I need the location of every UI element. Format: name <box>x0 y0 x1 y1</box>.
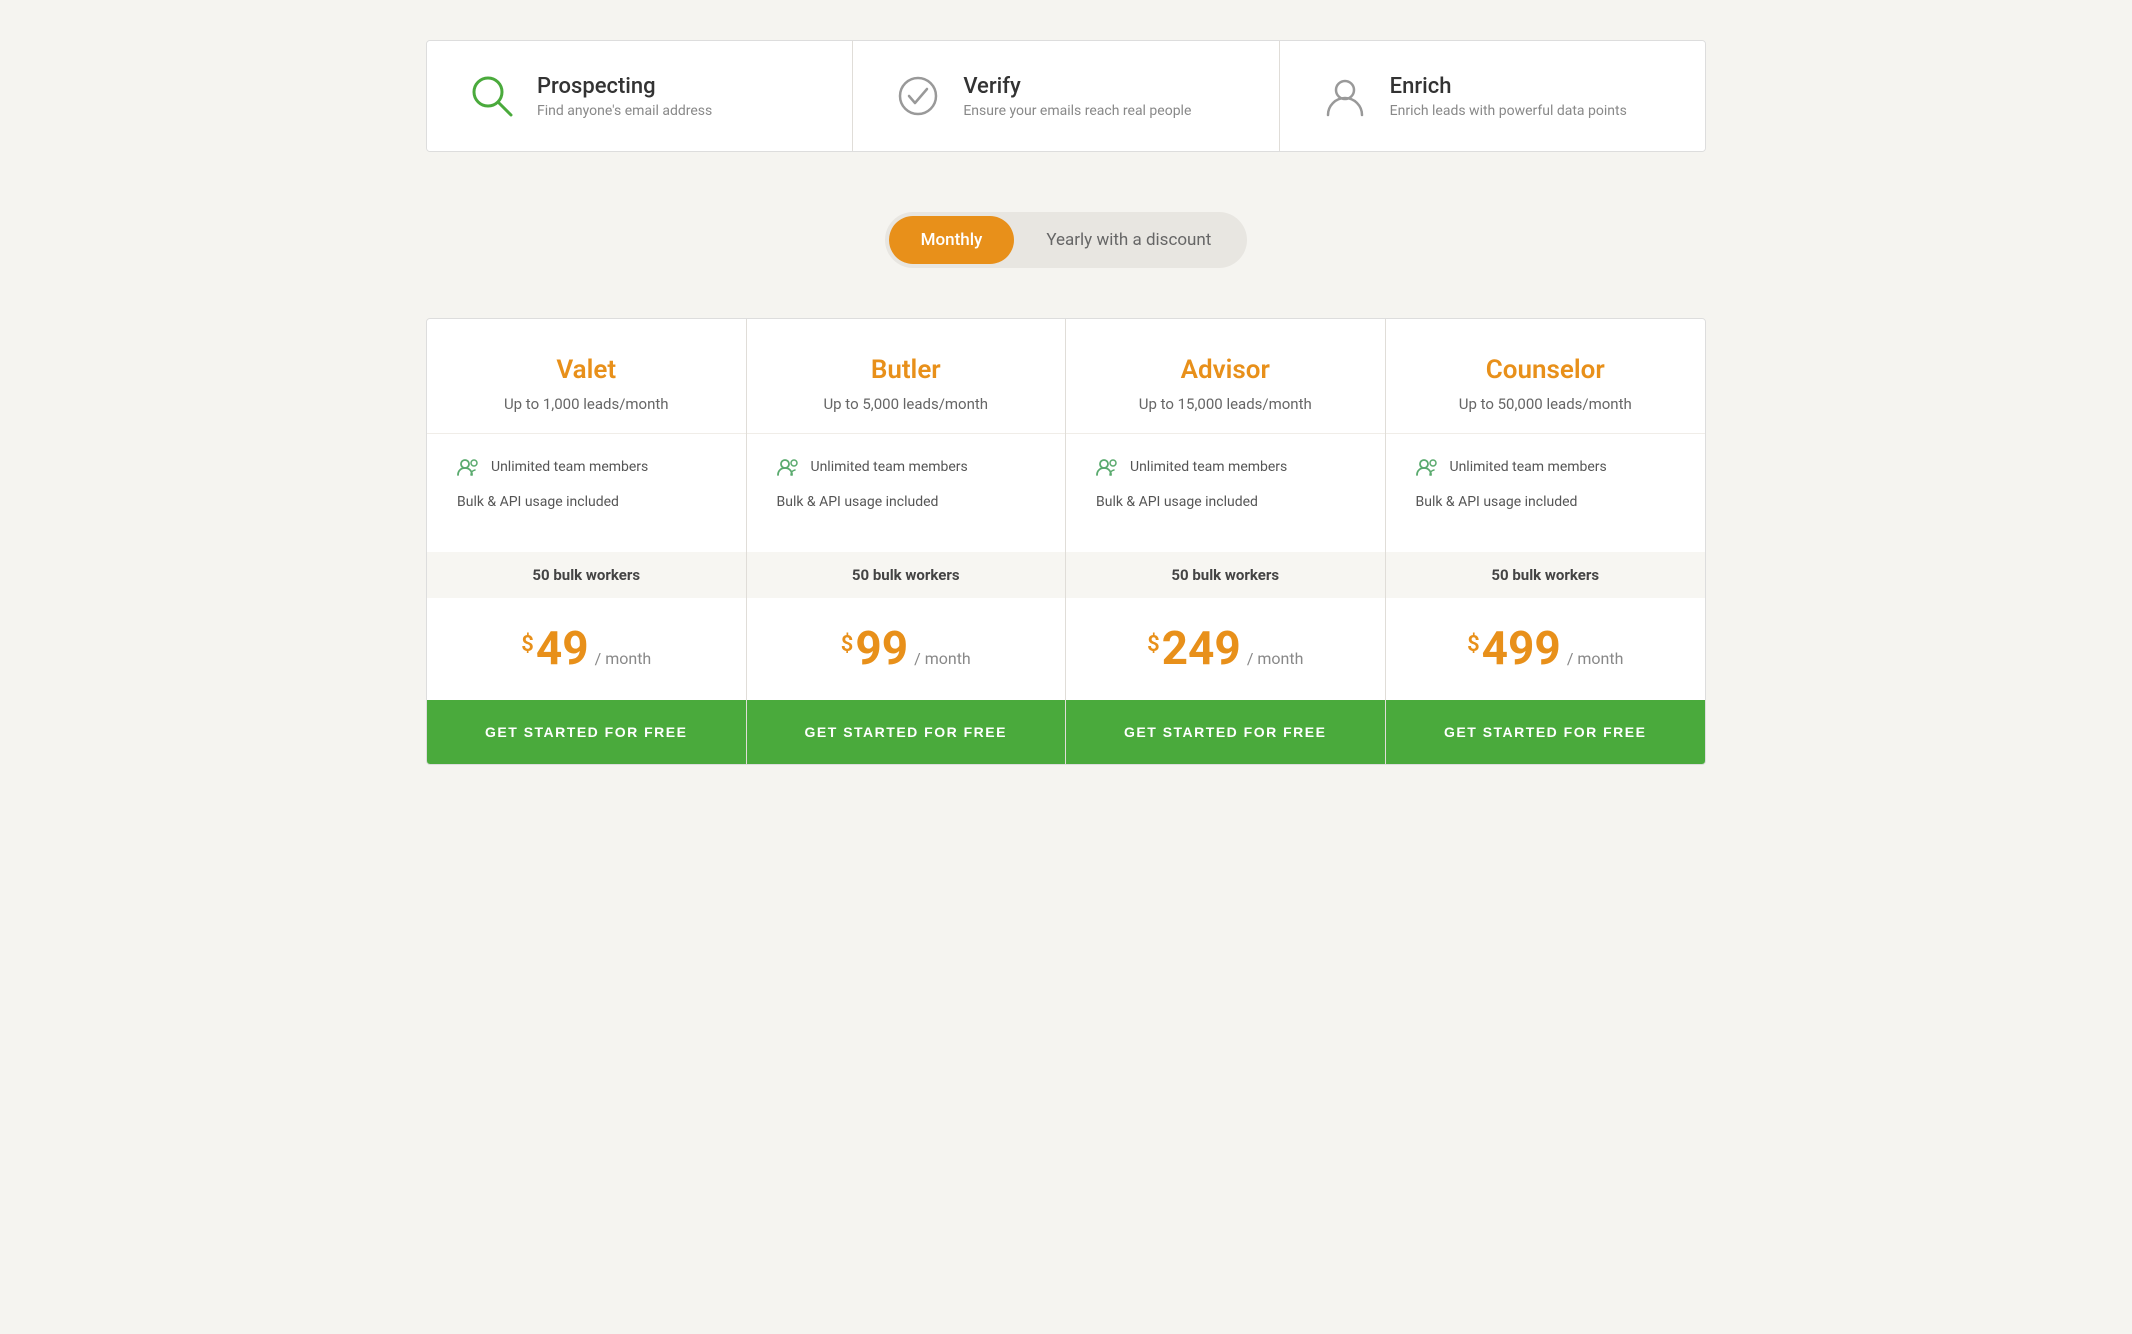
counselor-api-label: Bulk & API usage included <box>1416 494 1578 510</box>
advisor-team-label: Unlimited team members <box>1130 459 1287 475</box>
prospecting-text: Prospecting Find anyone's email address <box>537 74 712 119</box>
yearly-toggle[interactable]: Yearly with a discount <box>1014 216 1243 264</box>
counselor-team-label: Unlimited team members <box>1450 459 1607 475</box>
valet-api: Bulk & API usage included <box>457 494 716 510</box>
feature-tabs: Prospecting Find anyone's email address … <box>426 40 1706 152</box>
team-icon <box>777 458 799 476</box>
billing-toggle[interactable]: Monthly Yearly with a discount <box>885 212 1248 268</box>
butler-plan-name: Butler <box>777 355 1036 385</box>
advisor-api-label: Bulk & API usage included <box>1096 494 1258 510</box>
counselor-price-display: $ 499 / month <box>1416 626 1676 672</box>
person-icon <box>1320 71 1370 121</box>
butler-team-members: Unlimited team members <box>777 458 1036 476</box>
team-icon <box>1096 458 1118 476</box>
counselor-description: Up to 50,000 leads/month <box>1416 395 1676 413</box>
advisor-amount: 249 <box>1162 626 1241 672</box>
valet-price: $ 49 / month <box>427 598 746 700</box>
butler-features: Unlimited team members Bulk & API usage … <box>747 434 1066 552</box>
pricing-card-butler: Butler Up to 5,000 leads/month Unlimited… <box>747 319 1067 764</box>
verify-text: Verify Ensure your emails reach real peo… <box>963 74 1191 119</box>
team-icon <box>457 458 479 476</box>
monthly-toggle[interactable]: Monthly <box>889 216 1015 264</box>
valet-period: / month <box>595 649 652 668</box>
advisor-plan-name: Advisor <box>1096 355 1355 385</box>
valet-team-members: Unlimited team members <box>457 458 716 476</box>
pricing-card-advisor: Advisor Up to 15,000 leads/month Unlimit… <box>1066 319 1386 764</box>
counselor-header: Counselor Up to 50,000 leads/month <box>1386 319 1706 434</box>
feature-tab-enrich[interactable]: Enrich Enrich leads with powerful data p… <box>1280 41 1705 151</box>
prospecting-title: Prospecting <box>537 74 712 99</box>
verify-description: Ensure your emails reach real people <box>963 103 1191 119</box>
butler-amount: 99 <box>855 626 908 672</box>
valet-cta-button[interactable]: GET STARTED FOR FREE <box>427 700 746 764</box>
butler-cta-button[interactable]: GET STARTED FOR FREE <box>747 700 1066 764</box>
advisor-description: Up to 15,000 leads/month <box>1096 395 1355 413</box>
valet-currency: $ <box>521 632 534 657</box>
valet-plan-name: Valet <box>457 355 716 385</box>
enrich-text: Enrich Enrich leads with powerful data p… <box>1390 74 1627 119</box>
pricing-grid: Valet Up to 1,000 leads/month Unlimited … <box>426 318 1706 765</box>
advisor-price-display: $ 249 / month <box>1096 626 1355 672</box>
pricing-card-counselor: Counselor Up to 50,000 leads/month Unlim… <box>1386 319 1706 764</box>
valet-api-label: Bulk & API usage included <box>457 494 619 510</box>
butler-bulk-workers: 50 bulk workers <box>747 552 1066 598</box>
advisor-bulk-workers: 50 bulk workers <box>1066 552 1385 598</box>
counselor-period: / month <box>1567 649 1624 668</box>
advisor-cta-button[interactable]: GET STARTED FOR FREE <box>1066 700 1385 764</box>
enrich-title: Enrich <box>1390 74 1627 99</box>
advisor-header: Advisor Up to 15,000 leads/month <box>1066 319 1385 434</box>
enrich-description: Enrich leads with powerful data points <box>1390 103 1627 119</box>
verify-title: Verify <box>963 74 1191 99</box>
counselor-api: Bulk & API usage included <box>1416 494 1676 510</box>
valet-header: Valet Up to 1,000 leads/month <box>427 319 746 434</box>
butler-period: / month <box>914 649 971 668</box>
valet-bulk-workers: 50 bulk workers <box>427 552 746 598</box>
valet-features: Unlimited team members Bulk & API usage … <box>427 434 746 552</box>
butler-team-label: Unlimited team members <box>811 459 968 475</box>
butler-price-display: $ 99 / month <box>777 626 1036 672</box>
advisor-currency: $ <box>1147 632 1160 657</box>
counselor-features: Unlimited team members Bulk & API usage … <box>1386 434 1706 552</box>
valet-team-label: Unlimited team members <box>491 459 648 475</box>
butler-header: Butler Up to 5,000 leads/month <box>747 319 1066 434</box>
advisor-period: / month <box>1247 649 1304 668</box>
butler-currency: $ <box>841 632 854 657</box>
butler-api-label: Bulk & API usage included <box>777 494 939 510</box>
counselor-plan-name: Counselor <box>1416 355 1676 385</box>
pricing-card-valet: Valet Up to 1,000 leads/month Unlimited … <box>427 319 747 764</box>
advisor-features: Unlimited team members Bulk & API usage … <box>1066 434 1385 552</box>
counselor-team-members: Unlimited team members <box>1416 458 1676 476</box>
counselor-cta-button[interactable]: GET STARTED FOR FREE <box>1386 700 1706 764</box>
counselor-price: $ 499 / month <box>1386 598 1706 700</box>
advisor-team-members: Unlimited team members <box>1096 458 1355 476</box>
feature-tab-verify[interactable]: Verify Ensure your emails reach real peo… <box>853 41 1279 151</box>
valet-description: Up to 1,000 leads/month <box>457 395 716 413</box>
valet-amount: 49 <box>536 626 589 672</box>
butler-api: Bulk & API usage included <box>777 494 1036 510</box>
verify-icon <box>893 71 943 121</box>
advisor-price: $ 249 / month <box>1066 598 1385 700</box>
team-icon <box>1416 458 1438 476</box>
valet-price-display: $ 49 / month <box>457 626 716 672</box>
butler-description: Up to 5,000 leads/month <box>777 395 1036 413</box>
search-icon <box>467 71 517 121</box>
counselor-bulk-workers: 50 bulk workers <box>1386 552 1706 598</box>
feature-tab-prospecting[interactable]: Prospecting Find anyone's email address <box>427 41 853 151</box>
prospecting-description: Find anyone's email address <box>537 103 712 119</box>
advisor-api: Bulk & API usage included <box>1096 494 1355 510</box>
billing-toggle-wrapper: Monthly Yearly with a discount <box>426 212 1706 268</box>
butler-price: $ 99 / month <box>747 598 1066 700</box>
counselor-amount: 499 <box>1482 626 1561 672</box>
counselor-currency: $ <box>1467 632 1480 657</box>
